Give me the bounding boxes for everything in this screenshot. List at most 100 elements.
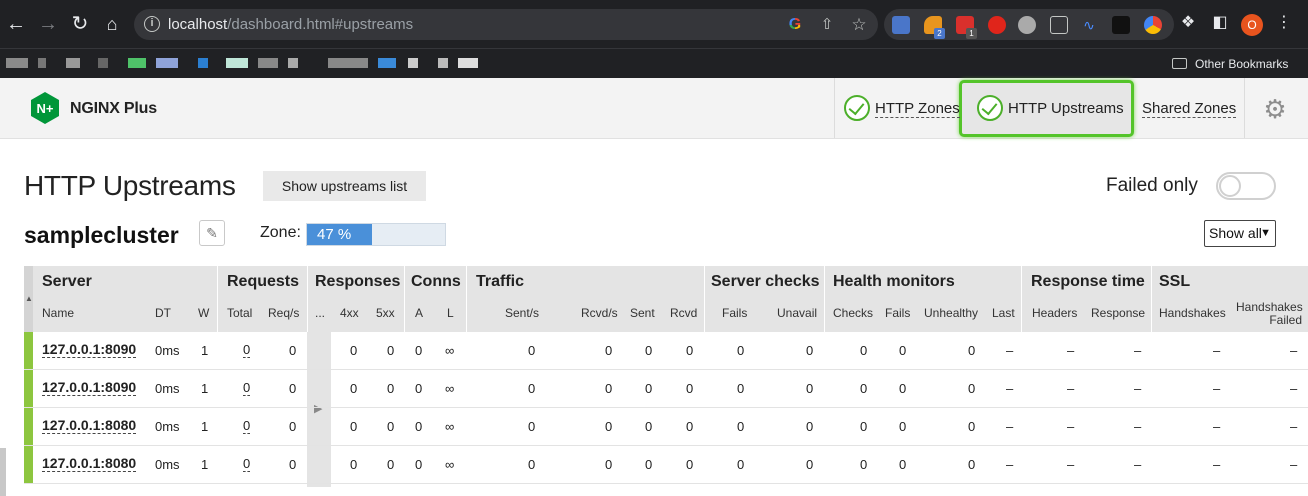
server-address[interactable]: 127.0.0.1:8090 [42, 342, 137, 358]
col-rcvd-s[interactable]: Rcvd/s [581, 307, 618, 320]
col-hm-fails[interactable]: Fails [885, 307, 910, 320]
cell-unavail: 0 [806, 381, 814, 396]
group-traffic: Traffic [476, 273, 525, 290]
col-unhealthy[interactable]: Unhealthy [924, 307, 978, 320]
cell-handshakes: – [1213, 343, 1221, 358]
group-divider [1021, 266, 1022, 332]
cell-total[interactable]: 0 [243, 457, 251, 472]
upstream-name: samplecluster [24, 222, 179, 248]
check-circle-icon [844, 95, 870, 121]
col-total[interactable]: Total [227, 307, 252, 320]
col-name[interactable]: Name [42, 307, 74, 320]
bookmark-blurred[interactable] [128, 58, 146, 68]
bookmark-blurred[interactable] [458, 58, 478, 68]
audio-wave-extension-icon[interactable]: ∿ [1080, 16, 1098, 34]
col-checks[interactable]: Checks [833, 307, 873, 320]
dark-extension-icon[interactable] [1112, 16, 1130, 34]
share-icon[interactable]: ⇧ [818, 16, 836, 34]
server-address[interactable]: 127.0.0.1:8090 [42, 380, 137, 396]
bookmark-blurred[interactable] [226, 58, 248, 68]
col-headers[interactable]: Headers [1032, 307, 1077, 320]
col-more-responses[interactable]: ... [315, 307, 325, 320]
bookmark-blurred[interactable] [408, 58, 418, 68]
tab-label: HTTP Upstreams [1008, 100, 1124, 117]
bookmark-blurred[interactable] [288, 58, 298, 68]
other-bookmarks[interactable]: Other Bookmarks [1172, 54, 1288, 74]
url-host: localhost [168, 16, 228, 33]
translate-extension-icon[interactable] [892, 16, 910, 34]
cell-total[interactable]: 0 [243, 419, 251, 434]
tab-label: HTTP Zones [875, 100, 960, 118]
tab-http-upstreams[interactable]: HTTP Upstreams [975, 78, 1135, 138]
tab-shared-zones[interactable]: Shared Zones [1140, 78, 1244, 138]
cell-reqs: 0 [289, 381, 297, 396]
address-url[interactable]: localhost/dashboard.html#upstreams [168, 16, 413, 33]
folder-icon [1172, 58, 1187, 69]
cell-reqs: 0 [289, 457, 297, 472]
browser-menu-icon[interactable]: ⋮ [1274, 13, 1294, 33]
bookmark-blurred[interactable] [98, 58, 108, 68]
group-conns: Conns [411, 273, 461, 290]
tab-http-zones[interactable]: HTTP Zones [834, 78, 960, 138]
cell-total[interactable]: 0 [243, 381, 251, 396]
col-handshakes[interactable]: Handshakes [1159, 307, 1226, 320]
server-status-indicator [24, 408, 33, 445]
extensions-puzzle-icon[interactable]: ❖ [1178, 13, 1198, 33]
home-icon[interactable]: ⌂ [100, 12, 124, 36]
rss-badge: 2 [934, 28, 945, 39]
reload-icon[interactable]: ↻ [68, 12, 92, 36]
col-unavail[interactable]: Unavail [777, 307, 817, 320]
col-rcvd[interactable]: Rcvd [670, 307, 697, 320]
forward-arrow-icon[interactable]: → [36, 12, 60, 36]
settings-gear-icon[interactable]: ⚙ [1262, 96, 1288, 122]
sort-toggle[interactable]: ▲ [24, 266, 33, 332]
cookie-extension-icon[interactable] [1018, 16, 1036, 34]
cell-limit: ∞ [445, 343, 455, 358]
show-filter-select[interactable]: Show all ▼ [1204, 220, 1276, 247]
bookmark-blurred[interactable] [328, 58, 368, 68]
cell-rcvd-s: 0 [605, 381, 613, 396]
edit-pencil-icon[interactable]: ✎ [199, 220, 225, 246]
hand-extension-icon[interactable] [988, 16, 1006, 34]
col-limit[interactable]: L [447, 307, 454, 320]
site-info-icon[interactable]: i [144, 16, 160, 32]
bookmark-blurred[interactable] [156, 58, 178, 68]
color-picker-extension-icon[interactable] [1144, 16, 1162, 34]
col-handshakes-failed[interactable]: Handshakes Failed [1236, 301, 1303, 327]
col-active[interactable]: A [415, 307, 423, 320]
col-w[interactable]: W [198, 307, 209, 320]
bookmark-blurred[interactable] [6, 58, 28, 68]
address-bar[interactable]: i localhost/dashboard.html#upstreams G ⇧… [134, 9, 878, 40]
bookmark-blurred[interactable] [66, 58, 80, 68]
bookmark-blurred[interactable] [438, 58, 448, 68]
col-last[interactable]: Last [992, 307, 1015, 320]
side-panel-icon[interactable]: ◧ [1210, 13, 1230, 33]
show-upstreams-list-button[interactable]: Show upstreams list [263, 171, 426, 201]
col-fails[interactable]: Fails [722, 307, 747, 320]
col-sent[interactable]: Sent [630, 307, 655, 320]
bookmark-star-icon[interactable]: ☆ [850, 16, 868, 34]
cell-sent-s: 0 [528, 343, 536, 358]
failed-only-label: Failed only [1106, 175, 1198, 196]
bookmark-blurred[interactable] [38, 58, 46, 68]
server-address[interactable]: 127.0.0.1:8080 [42, 456, 137, 472]
profile-avatar[interactable]: O [1241, 14, 1263, 36]
col-sent-s[interactable]: Sent/s [505, 307, 539, 320]
bookmark-blurred[interactable] [258, 58, 278, 68]
google-lens-icon[interactable]: G [786, 16, 804, 34]
cell-unhealthy: 0 [968, 419, 976, 434]
col-reqs[interactable]: Req/s [268, 307, 299, 320]
bookmark-blurred[interactable] [378, 58, 396, 68]
failed-only-toggle[interactable] [1216, 172, 1276, 200]
bookmark-blurred[interactable] [198, 58, 208, 68]
server-address[interactable]: 127.0.0.1:8080 [42, 418, 137, 434]
reader-extension-icon[interactable] [1050, 16, 1068, 34]
col-4xx[interactable]: 4xx [340, 307, 359, 320]
col-5xx[interactable]: 5xx [376, 307, 395, 320]
col-response[interactable]: Response [1091, 307, 1145, 320]
cell-total[interactable]: 0 [243, 343, 251, 358]
back-arrow-icon[interactable]: ← [4, 12, 28, 36]
cell-handshakes-failed: – [1290, 343, 1298, 358]
cell-last: – [1006, 457, 1014, 472]
col-dt[interactable]: DT [155, 307, 171, 320]
